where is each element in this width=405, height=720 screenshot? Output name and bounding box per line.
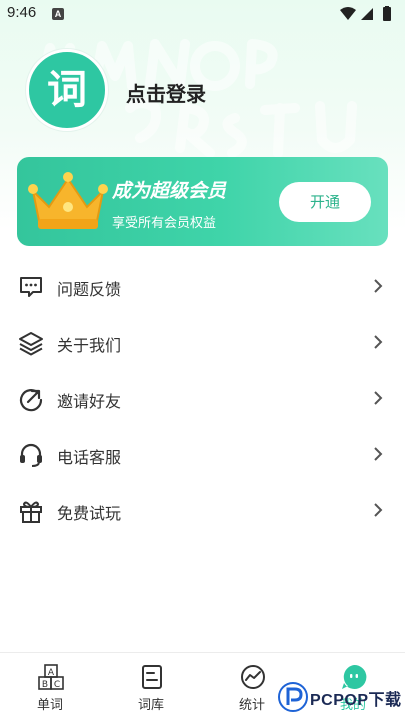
battery-icon: [383, 7, 391, 21]
menu-item-invite[interactable]: 邀请好友: [0, 371, 405, 427]
avatar[interactable]: 词: [26, 49, 108, 131]
svg-text:C: C: [54, 680, 60, 690]
crown-icon: [28, 172, 108, 229]
svg-text:B: B: [42, 680, 48, 690]
menu-item-label: 免费试玩: [57, 504, 122, 523]
vip-subtitle: 享受所有会员权益: [112, 216, 217, 231]
status-indicators: [340, 6, 391, 21]
settings-menu: 问题反馈 关于我们 邀请好友 电话客服 免费试玩: [0, 259, 405, 539]
chevron-right-icon: [374, 503, 383, 517]
vip-banner[interactable]: 成为超级会员 享受所有会员权益 开通: [17, 157, 388, 246]
chevron-right-icon: [374, 279, 383, 293]
chevron-right-icon: [374, 335, 383, 349]
login-link[interactable]: 点击登录: [126, 78, 206, 107]
menu-item-label: 关于我们: [57, 336, 122, 355]
watermark: PCPOP下载: [278, 682, 403, 716]
pcpop-logo-icon: [278, 682, 308, 712]
vip-activate-button[interactable]: 开通: [279, 182, 371, 222]
chevron-right-icon: [374, 391, 383, 405]
headset-icon: [20, 443, 42, 467]
status-time: 9:46: [7, 4, 37, 21]
svg-text:A: A: [48, 668, 55, 678]
menu-item-label: 邀请好友: [57, 392, 122, 411]
nav-label: 单词: [36, 698, 63, 713]
watermark-text: PCPOP下载: [310, 692, 402, 709]
avatar-glyph: 词: [47, 67, 87, 113]
menu-item-label: 电话客服: [57, 448, 122, 467]
share-arrow-icon: [19, 389, 43, 412]
gift-icon: [20, 501, 42, 523]
status-bar: 9:46 A: [0, 0, 405, 28]
menu-item-about[interactable]: 关于我们: [0, 315, 405, 371]
layers-icon: [19, 332, 43, 356]
chevron-right-icon: [374, 447, 383, 461]
wifi-icon: [340, 7, 356, 20]
stats-icon: [241, 665, 265, 689]
book-icon: [142, 665, 162, 689]
nav-label: 词库: [137, 698, 164, 713]
menu-item-free-trial[interactable]: 免费试玩: [0, 483, 405, 539]
signal-icon: [361, 8, 373, 20]
feedback-icon: [20, 277, 42, 297]
vip-title: 成为超级会员: [112, 180, 227, 202]
abc-blocks-icon: A B C: [38, 664, 64, 690]
menu-item-label: 问题反馈: [57, 280, 122, 299]
notification-app-icon: A: [52, 8, 64, 20]
menu-item-feedback[interactable]: 问题反馈: [0, 259, 405, 315]
nav-tab-wordbank[interactable]: 词库: [101, 653, 201, 720]
nav-tab-words[interactable]: A B C 单词: [0, 653, 100, 720]
menu-item-customer-service[interactable]: 电话客服: [0, 427, 405, 483]
